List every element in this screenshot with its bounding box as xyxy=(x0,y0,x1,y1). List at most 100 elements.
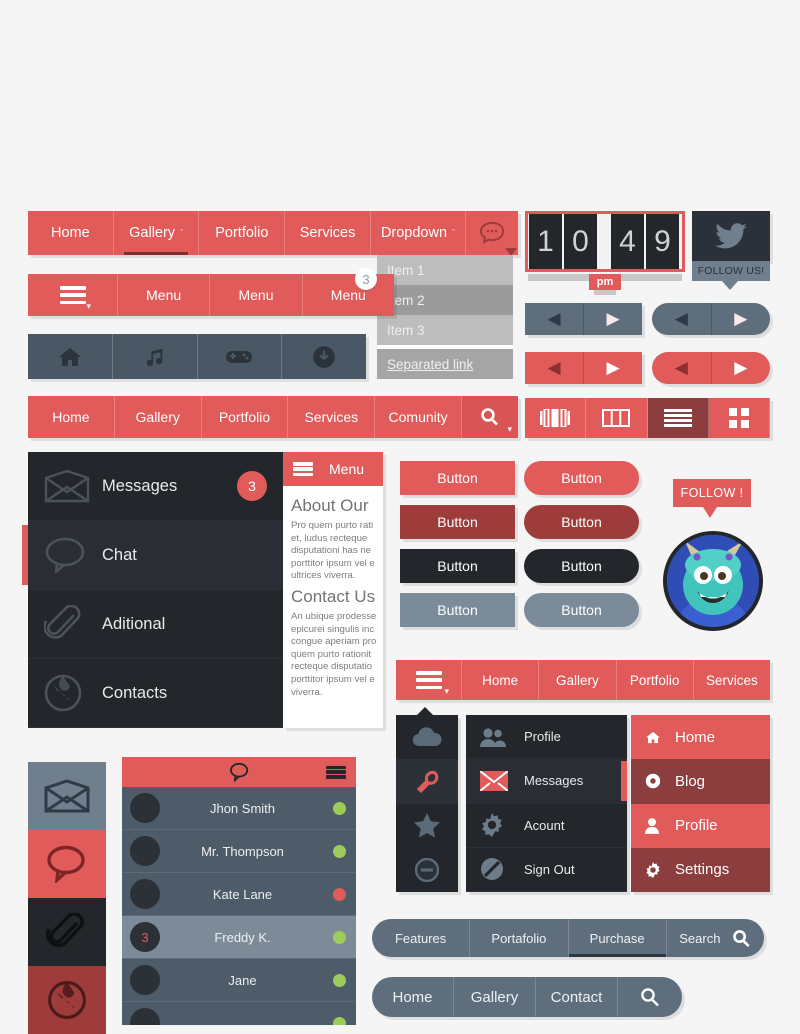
messenger-item-attach[interactable] xyxy=(28,898,106,966)
twitter-widget[interactable] xyxy=(692,211,770,261)
pill1-item-portafolio[interactable]: Portafolio xyxy=(470,919,569,957)
nav3-item-services[interactable]: Services xyxy=(694,660,770,700)
toolbar-games-button[interactable] xyxy=(198,334,283,379)
prev-button[interactable]: ◀ xyxy=(652,352,712,384)
button-red-square[interactable]: Button xyxy=(400,461,515,495)
nav2-item-services[interactable]: Services xyxy=(288,396,376,438)
red-dropdown-menu: Home Blog Profile Settings xyxy=(631,715,770,892)
pill1-item-purchase[interactable]: Purchase xyxy=(568,919,667,957)
strip-item-cloud[interactable] xyxy=(396,715,458,759)
messenger-item-globe[interactable] xyxy=(28,966,106,1034)
sidebar-item-chat[interactable]: Chat xyxy=(22,521,283,590)
button-darkred-pill[interactable]: Button xyxy=(524,505,639,539)
contact-row[interactable]: Mr. Thompson xyxy=(122,830,356,873)
contact-row[interactable] xyxy=(122,1002,356,1025)
button-darkred-square[interactable]: Button xyxy=(400,505,515,539)
view-grid-button[interactable] xyxy=(708,398,770,438)
redmenu-item-settings[interactable]: Settings xyxy=(631,847,770,892)
nav-item-portfolio[interactable]: Portfolio xyxy=(199,211,286,255)
hamburger-menu-button[interactable]: ▾ xyxy=(28,274,118,316)
menu-item-1[interactable]: Menu xyxy=(118,274,211,316)
prev-button[interactable]: ◀ xyxy=(525,303,584,335)
redmenu-item-home[interactable]: Home xyxy=(631,715,770,760)
pill1-item-features[interactable]: Features xyxy=(372,919,471,957)
avatar[interactable] xyxy=(663,531,763,631)
view-columns-button[interactable] xyxy=(586,398,648,438)
button-dark-square[interactable]: Button xyxy=(400,549,515,583)
gear-icon xyxy=(480,813,524,838)
next-button[interactable]: ▶ xyxy=(584,352,642,384)
nav2-item-home[interactable]: Home xyxy=(28,396,115,438)
nav-item-home[interactable]: Home xyxy=(28,211,114,255)
nav-item-services[interactable]: Services xyxy=(285,211,371,255)
follow-tooltip[interactable]: FOLLOW ! xyxy=(673,479,751,507)
speech-bubble-icon[interactable] xyxy=(229,762,251,782)
nav-item-gallery[interactable]: Gallery ˇ xyxy=(114,211,200,255)
pill2-search-button[interactable] xyxy=(618,977,682,1017)
strip-item-star[interactable] xyxy=(396,804,458,848)
sidebar-item-contacts[interactable]: Contacts xyxy=(28,659,283,728)
strip-item-wrench[interactable] xyxy=(396,759,458,804)
dark-dropdown-menu: Profile Messages Acount Sign Out xyxy=(466,715,627,892)
nav2-search-button[interactable]: ▾ xyxy=(461,396,518,438)
menu-item-3[interactable]: Menu xyxy=(303,274,394,316)
hamburger-menu-button[interactable] xyxy=(283,462,323,476)
sidebar-item-messages[interactable]: Messages 3 xyxy=(28,452,283,521)
button-gray-pill[interactable]: Button xyxy=(524,593,639,627)
button-red-pill[interactable]: Button xyxy=(524,461,639,495)
button-dark-pill[interactable]: Button xyxy=(524,549,639,583)
pill2-item-home[interactable]: Home xyxy=(372,977,454,1017)
pill-navbar-2: Home Gallery Contact xyxy=(372,977,682,1017)
redmenu-label: Profile xyxy=(675,817,718,835)
darkmenu-item-acount[interactable]: Acount xyxy=(466,804,627,848)
next-button[interactable]: ▶ xyxy=(712,303,771,335)
darkmenu-item-signout[interactable]: Sign Out xyxy=(466,848,627,892)
redmenu-item-profile[interactable]: Profile xyxy=(631,803,770,848)
sidebar-item-aditional[interactable]: Aditional xyxy=(28,590,283,659)
dropdown-item-1[interactable]: Item 1 xyxy=(377,255,513,285)
darkmenu-item-messages[interactable]: Messages xyxy=(466,759,627,804)
toolbar-music-button[interactable] xyxy=(113,334,198,379)
nav3-item-home[interactable]: Home xyxy=(462,660,540,700)
status-dot-online xyxy=(333,1016,346,1025)
pill2-item-contact[interactable]: Contact xyxy=(536,977,618,1017)
avatar-with-badge: 3 xyxy=(130,922,160,952)
dropdown-separated-link[interactable]: Separated link xyxy=(377,349,513,379)
status-dot-busy xyxy=(333,887,346,901)
avatar xyxy=(130,793,160,823)
pill2-item-gallery[interactable]: Gallery xyxy=(454,977,536,1017)
dropdown-item-3[interactable]: Item 3 xyxy=(377,315,513,345)
redmenu-item-blog[interactable]: Blog xyxy=(631,759,770,804)
messenger-item-chat[interactable] xyxy=(28,830,106,898)
contact-row[interactable]: 3 Freddy K. xyxy=(122,916,356,959)
nav3-item-portfolio[interactable]: Portfolio xyxy=(617,660,694,700)
next-button[interactable]: ▶ xyxy=(584,303,642,335)
messenger-item-mail[interactable] xyxy=(28,762,106,830)
strip-item-minus[interactable] xyxy=(396,848,458,892)
nav2-item-gallery[interactable]: Gallery xyxy=(115,396,202,438)
contact-row[interactable]: Jane xyxy=(122,959,356,1002)
menu-item-2[interactable]: Menu xyxy=(210,274,303,316)
nav2-item-portfolio[interactable]: Portfolio xyxy=(202,396,289,438)
download-circle-icon xyxy=(311,344,337,370)
dropdown-item-2[interactable]: Item 2 xyxy=(377,285,513,315)
hamburger-icon[interactable] xyxy=(326,765,346,779)
dropdown-panel: Item 1 Item 2 Item 3 Separated link xyxy=(377,255,513,379)
view-carousel-button[interactable] xyxy=(525,398,587,438)
toolbar-home-button[interactable] xyxy=(28,334,113,379)
prev-button[interactable]: ◀ xyxy=(525,352,584,384)
contact-row[interactable]: Kate Lane xyxy=(122,873,356,916)
darkmenu-item-profile[interactable]: Profile xyxy=(466,715,627,760)
button-gray-square[interactable]: Button xyxy=(400,593,515,627)
hamburger-menu-button[interactable]: ▾ xyxy=(396,660,462,700)
view-list-button[interactable] xyxy=(647,398,709,438)
nav2-item-comunity[interactable]: Comunity xyxy=(375,396,462,438)
next-button[interactable]: ▶ xyxy=(712,352,771,384)
contact-row[interactable]: Jhon Smith xyxy=(122,787,356,830)
pill1-item-search[interactable]: Search xyxy=(667,919,764,957)
nav3-item-gallery[interactable]: Gallery xyxy=(539,660,617,700)
prev-button[interactable]: ◀ xyxy=(652,303,712,335)
hamburger-menu-bar: ▾ Menu Menu Menu xyxy=(28,274,394,316)
nav-item-dropdown[interactable]: Dropdown ˇ xyxy=(371,211,467,255)
toolbar-download-button[interactable] xyxy=(282,334,366,379)
